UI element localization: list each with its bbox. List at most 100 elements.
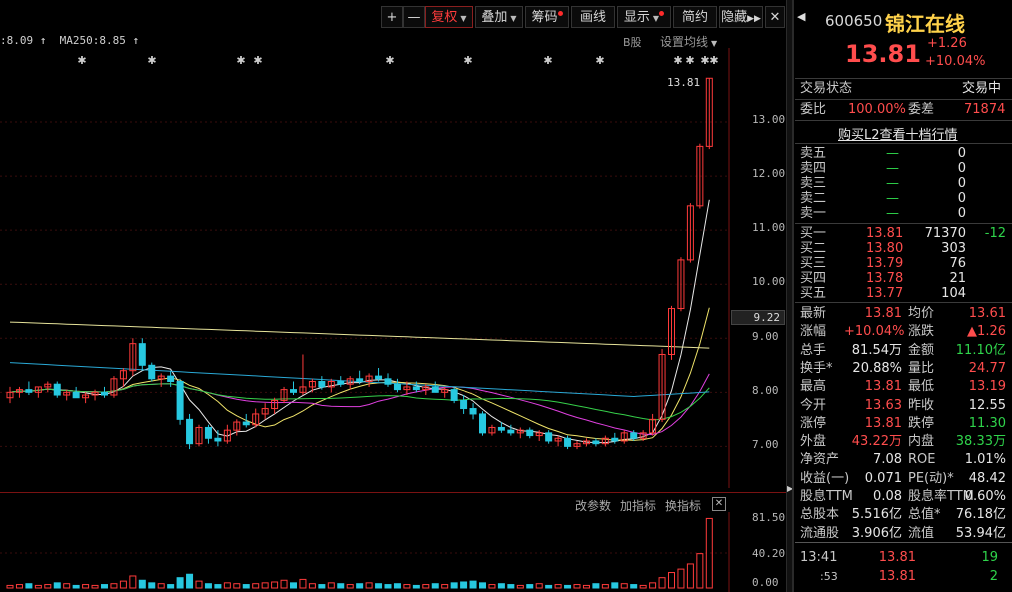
buy-level-row[interactable]: 买二 13.80 303 — [800, 241, 1010, 256]
display-button[interactable]: 显示 ▼ — [617, 6, 671, 28]
stock-code: 600650 — [825, 12, 883, 30]
sell-level-row[interactable]: 卖一 — 0 — [800, 206, 1010, 221]
y-tick: 9.00 — [752, 330, 779, 343]
volume-bar — [668, 572, 675, 589]
buy-level-row[interactable]: 买一 13.81 71370 -12 — [800, 226, 1010, 241]
volume-bar — [148, 582, 156, 589]
close-icon[interactable]: ✕ — [712, 497, 726, 511]
volume-bar — [327, 582, 335, 589]
l2-purchase-link[interactable]: 购买L2查看十档行情 — [838, 124, 958, 143]
simple-button[interactable]: 简约 — [673, 6, 717, 28]
volume-bar — [649, 582, 657, 589]
stat-value: 48.42 — [968, 470, 1006, 486]
candlestick-chart[interactable]: ✱ ✱ ✱ ✱ ✱ ✱ ✱ ✱ ✱ ✱ ✱ ✱ — [0, 48, 730, 488]
hide-button[interactable]: 隐藏▶▶ — [719, 6, 763, 28]
y-tick: 11.00 — [752, 221, 786, 234]
y-tick: 8.00 — [752, 384, 779, 397]
draw-line-button[interactable]: 画线 — [571, 6, 615, 28]
zoom-in-button[interactable]: + — [381, 6, 403, 28]
level-price: 13.81 — [866, 226, 904, 241]
volume-bar — [101, 584, 108, 589]
stat-value: 11.10亿 — [955, 342, 1006, 358]
peak-price-label: 13.81 — [667, 76, 701, 89]
volume-bar — [280, 579, 288, 589]
level-volume: 21 — [949, 271, 966, 286]
back-arrow-icon[interactable]: ◀ — [797, 10, 805, 23]
candle-body — [290, 389, 297, 393]
vol-tick: 0.00 — [752, 576, 779, 589]
level-label: 卖二 — [800, 191, 827, 206]
candle-body — [214, 437, 222, 442]
volume-bar — [564, 584, 572, 589]
candle-body — [460, 399, 468, 410]
event-marker-icon: ✱ — [700, 54, 709, 67]
chips-button[interactable]: 筹码 — [525, 6, 569, 28]
chevron-down-icon: ▼ — [711, 39, 718, 48]
divider — [795, 143, 1012, 144]
volume-bar — [308, 583, 316, 589]
volume-bar — [223, 582, 231, 589]
level-price: — — [886, 206, 899, 221]
sell-level-row[interactable]: 卖二 — 0 — [800, 191, 1010, 206]
fuquan-button[interactable]: 复权 ▼ — [425, 6, 473, 28]
ma-legend: :8.09 ↑ MA250:8.85 ↑ — [0, 34, 139, 47]
weicha-value: 71874 — [964, 102, 1006, 117]
overlay-button[interactable]: 叠加 ▼ — [475, 6, 523, 28]
candle-body — [497, 426, 505, 431]
stat-label: 内盘 — [908, 434, 935, 450]
event-marker-icon: ✱ — [147, 54, 156, 67]
candle-body — [393, 383, 401, 391]
zoom-out-button[interactable]: — — [403, 6, 425, 28]
divider — [795, 99, 1012, 100]
stat-label: 量比 — [908, 360, 935, 376]
stat-row: 总手 81.54万 金额 11.10亿 — [800, 342, 1010, 360]
y-tick: 13.00 — [752, 113, 786, 126]
ma-value: :8.09 — [0, 34, 34, 47]
buy-level-row[interactable]: 买四 13.78 21 — [800, 271, 1010, 286]
stat-row: 收益(一) 0.071 PE(动)* 48.42 — [800, 470, 1010, 488]
volume-bar — [6, 584, 14, 589]
stat-row: 流通股 3.906亿 流值 53.94亿 — [800, 525, 1010, 543]
volume-bar — [545, 584, 553, 589]
stat-value: 11.30 — [968, 415, 1006, 431]
sell-level-row[interactable]: 卖三 — 0 — [800, 176, 1010, 191]
display-label: 显示 — [623, 10, 650, 25]
weibi-label: 委比 — [800, 102, 827, 117]
stat-value: 20.88% — [852, 360, 902, 376]
change-indicator-button[interactable]: 换指标 — [665, 499, 701, 513]
volume-bar — [119, 580, 127, 589]
chevron-down-icon: ▼ — [510, 14, 517, 23]
stat-row: 股息TTM 0.08 股息率TTM 0.60% — [800, 488, 1010, 506]
volume-bar — [601, 584, 609, 589]
level-price: 13.80 — [866, 241, 904, 256]
volume-bar — [356, 583, 364, 589]
add-indicator-button[interactable]: 加指标 — [620, 499, 656, 513]
stat-row: 涨幅 +10.04% 涨跌 ▲1.26 — [800, 323, 1010, 341]
volume-chart[interactable] — [0, 512, 730, 592]
vol-tick: 40.20 — [752, 547, 786, 560]
notification-dot-icon — [659, 11, 665, 16]
volume-bar — [176, 577, 184, 589]
volume-bar — [34, 584, 42, 589]
edit-params-button[interactable]: 改参数 — [575, 499, 611, 513]
stat-value: 53.94亿 — [955, 525, 1006, 541]
hide-label: 隐藏 — [721, 10, 748, 25]
buy-level-row[interactable]: 买三 13.79 76 — [800, 256, 1010, 271]
candle-body — [611, 437, 619, 442]
level-label: 买三 — [800, 256, 827, 271]
volume-bar — [535, 583, 543, 589]
volume-bar — [290, 582, 297, 589]
tick-row: 13:41 13.81 19 — [800, 549, 1010, 567]
candle-body — [545, 432, 553, 442]
volume-bar — [15, 584, 23, 589]
buy-level-row[interactable]: 买五 13.77 104 — [800, 286, 1010, 301]
event-marker-icon: ✱ — [595, 54, 604, 67]
close-icon[interactable]: ✕ — [765, 6, 785, 28]
stat-label: 最低 — [908, 379, 935, 395]
candle-body — [204, 426, 212, 439]
sell-level-row[interactable]: 卖五 — 0 — [800, 146, 1010, 161]
stat-value: 5.516亿 — [851, 507, 902, 523]
volume-bar — [611, 582, 619, 589]
sell-level-row[interactable]: 卖四 — 0 — [800, 161, 1010, 176]
volume-bar — [157, 583, 165, 589]
